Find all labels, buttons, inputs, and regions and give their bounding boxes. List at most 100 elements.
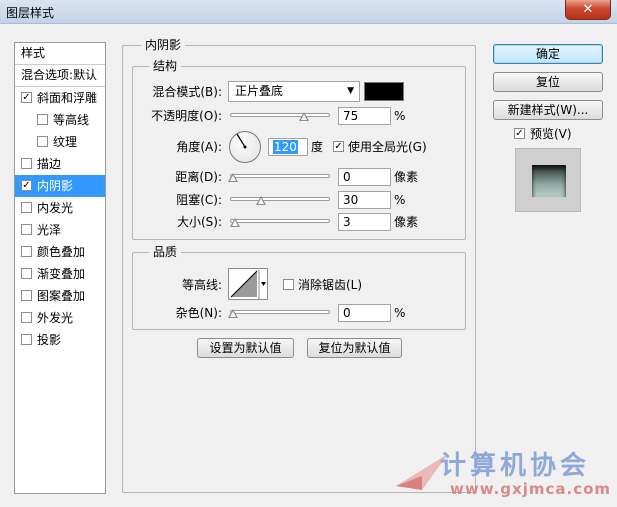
style-list-item[interactable]: 纹理 bbox=[15, 131, 105, 153]
style-list-label: 光泽 bbox=[37, 223, 62, 237]
size-slider[interactable] bbox=[230, 219, 330, 223]
preview-checkbox[interactable]: ✓ bbox=[514, 128, 525, 139]
noise-unit: % bbox=[394, 306, 406, 320]
make-default-button[interactable]: 设置为默认值 bbox=[197, 338, 294, 358]
distance-slider[interactable] bbox=[230, 174, 330, 178]
size-unit: 像素 bbox=[394, 215, 419, 229]
style-list-checkbox[interactable]: ✓ bbox=[21, 180, 32, 191]
close-button[interactable]: ✕ bbox=[565, 0, 611, 20]
opacity-slider-handle[interactable] bbox=[299, 112, 309, 121]
watermark-url: www.gxjmca.com bbox=[450, 480, 612, 498]
size-label: 大小(S): bbox=[176, 215, 222, 229]
size-input[interactable]: 3 bbox=[338, 213, 391, 231]
angle-input[interactable]: 120 bbox=[268, 138, 308, 156]
style-list-checkbox[interactable] bbox=[37, 114, 48, 125]
watermark-text: 计算机协会 bbox=[440, 451, 591, 481]
style-list-label: 描边 bbox=[37, 157, 62, 171]
style-list-label: 渐变叠加 bbox=[37, 267, 86, 281]
style-list-item[interactable]: ✓ 斜面和浮雕 bbox=[15, 87, 105, 109]
style-list-label: 投影 bbox=[37, 333, 62, 347]
blend-mode-value: 正片叠底 bbox=[235, 84, 284, 98]
choke-label: 阻塞(C): bbox=[176, 193, 222, 207]
antialias-checkbox[interactable] bbox=[283, 279, 294, 290]
close-icon: ✕ bbox=[582, 2, 594, 17]
style-list-label: 内阴影 bbox=[37, 179, 74, 193]
style-list-label: 内发光 bbox=[37, 201, 74, 215]
style-list-item[interactable]: 投影 bbox=[15, 329, 105, 351]
style-list-label: 斜面和浮雕 bbox=[37, 91, 98, 105]
window-title: 图层样式 bbox=[6, 6, 55, 20]
distance-unit: 像素 bbox=[394, 170, 419, 184]
angle-unit: 度 bbox=[311, 140, 324, 154]
noise-slider-handle[interactable] bbox=[228, 309, 238, 318]
style-list-checkbox[interactable] bbox=[21, 224, 32, 235]
angle-label: 角度(A): bbox=[176, 140, 222, 154]
noise-label: 杂色(N): bbox=[175, 306, 222, 320]
opacity-input[interactable]: 75 bbox=[338, 107, 391, 125]
style-list-checkbox[interactable] bbox=[21, 268, 32, 279]
contour-curve-icon bbox=[230, 270, 266, 299]
style-list-checkbox[interactable] bbox=[21, 290, 32, 301]
opacity-unit: % bbox=[394, 109, 406, 123]
quality-title: 品质 bbox=[149, 245, 182, 259]
title-bar: 图层样式 ✕ bbox=[0, 0, 617, 24]
style-list-label: 纹理 bbox=[53, 135, 78, 149]
noise-slider[interactable] bbox=[230, 310, 330, 314]
style-list-item[interactable]: 外发光 bbox=[15, 307, 105, 329]
style-list-item[interactable]: 内发光 bbox=[15, 197, 105, 219]
distance-slider-handle[interactable] bbox=[228, 173, 238, 182]
shadow-color-swatch[interactable] bbox=[364, 82, 404, 101]
reset-button[interactable]: 复位 bbox=[493, 72, 603, 92]
new-style-button[interactable]: 新建样式(W)... bbox=[493, 100, 603, 120]
style-list-item[interactable]: 描边 bbox=[15, 153, 105, 175]
angle-dial-needle bbox=[236, 133, 247, 149]
contour-label: 等高线: bbox=[181, 278, 222, 292]
style-list-item[interactable]: 光泽 bbox=[15, 219, 105, 241]
style-list-checkbox[interactable] bbox=[21, 312, 32, 323]
style-list-label: 等高线 bbox=[53, 113, 90, 127]
angle-value: 120 bbox=[273, 140, 298, 154]
style-list: 样式 混合选项:默认 ✓ 斜面和浮雕等高线纹理描边 ✓ 内阴影内发光光泽颜色叠加渐变叠… bbox=[14, 42, 106, 494]
angle-dial[interactable] bbox=[229, 131, 261, 163]
structure-title: 结构 bbox=[149, 59, 182, 73]
style-list-item[interactable]: 颜色叠加 bbox=[15, 241, 105, 263]
style-list-checkbox[interactable] bbox=[21, 158, 32, 169]
blend-mode-label: 混合模式(B): bbox=[152, 85, 222, 99]
contour-picker[interactable] bbox=[228, 268, 268, 300]
style-list-checkbox[interactable] bbox=[37, 136, 48, 147]
ok-button[interactable]: 确定 bbox=[493, 44, 603, 64]
choke-slider[interactable] bbox=[230, 197, 330, 201]
choke-input[interactable]: 30 bbox=[338, 191, 391, 209]
reset-default-button[interactable]: 复位为默认值 bbox=[307, 338, 402, 358]
preview-label[interactable]: 预览(V) bbox=[530, 125, 572, 143]
style-list-checkbox[interactable] bbox=[21, 334, 32, 345]
style-preview-swatch bbox=[532, 165, 566, 197]
blend-options-item[interactable]: 混合选项:默认 bbox=[15, 65, 105, 87]
chevron-down-icon: ▼ bbox=[347, 86, 354, 96]
global-light-label[interactable]: 使用全局光(G) bbox=[348, 138, 427, 156]
style-list-label: 颜色叠加 bbox=[37, 245, 86, 259]
global-light-checkbox[interactable]: ✓ bbox=[333, 141, 344, 152]
noise-input[interactable]: 0 bbox=[338, 304, 391, 322]
style-list-checkbox[interactable]: ✓ bbox=[21, 92, 32, 103]
size-slider-handle[interactable] bbox=[230, 218, 240, 227]
style-list-label: 外发光 bbox=[37, 311, 74, 325]
style-list-checkbox[interactable] bbox=[21, 202, 32, 213]
choke-unit: % bbox=[394, 193, 406, 207]
style-list-item[interactable]: 图案叠加 bbox=[15, 285, 105, 307]
opacity-label: 不透明度(O): bbox=[151, 109, 222, 123]
blend-mode-select[interactable]: 正片叠底 ▼ bbox=[228, 81, 360, 102]
style-list-header: 样式 bbox=[15, 43, 105, 65]
style-list-checkbox[interactable] bbox=[21, 246, 32, 257]
style-list-item[interactable]: ✓ 内阴影 bbox=[15, 175, 105, 197]
style-list-label: 图案叠加 bbox=[37, 289, 86, 303]
distance-input[interactable]: 0 bbox=[338, 168, 391, 186]
style-list-item[interactable]: 渐变叠加 bbox=[15, 263, 105, 285]
style-preview bbox=[515, 148, 581, 212]
inner-shadow-title: 内阴影 bbox=[141, 38, 186, 52]
choke-slider-handle[interactable] bbox=[256, 196, 266, 205]
distance-label: 距离(D): bbox=[175, 170, 222, 184]
opacity-slider[interactable] bbox=[230, 113, 330, 117]
style-list-item[interactable]: 等高线 bbox=[15, 109, 105, 131]
antialias-label[interactable]: 消除锯齿(L) bbox=[298, 276, 362, 294]
